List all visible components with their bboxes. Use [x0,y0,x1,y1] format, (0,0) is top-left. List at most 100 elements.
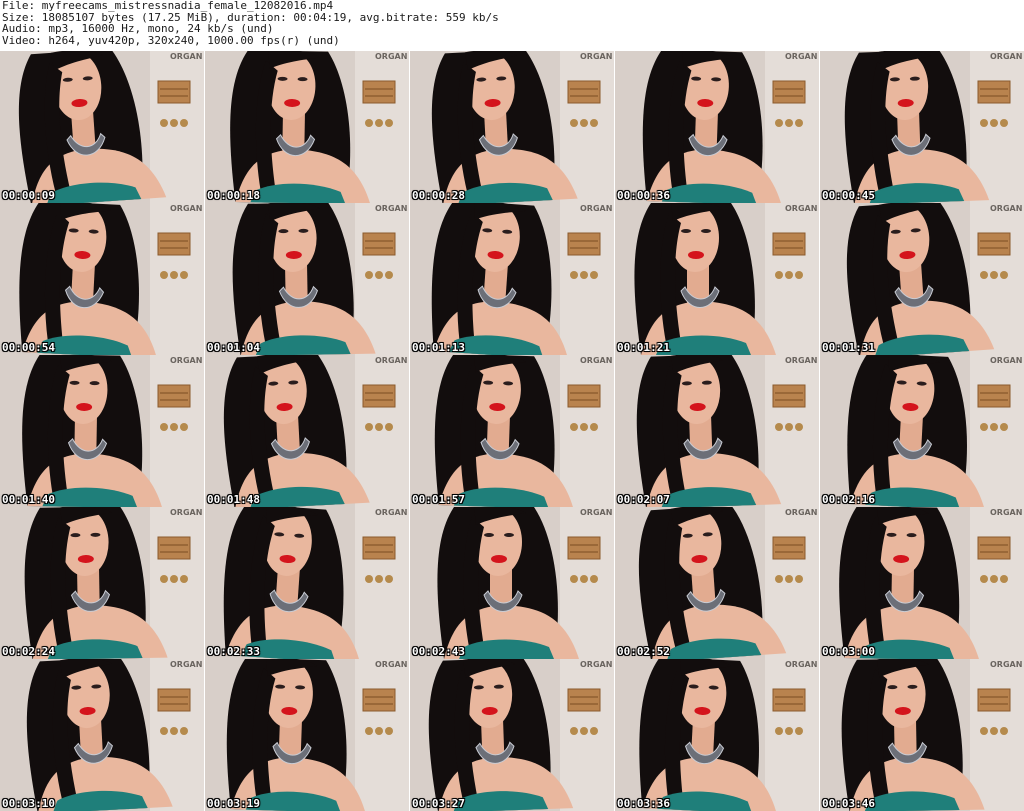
svg-text:ORGAN: ORGAN [375,204,407,213]
video-thumbnail: ORGAN 00:03:10 [0,659,204,811]
webcam-frame-image: ORGAN [205,659,409,811]
webcam-frame-image: ORGAN [820,507,1024,659]
webcam-frame-image: ORGAN [0,51,204,203]
webcam-frame-image: ORGAN [615,659,819,811]
frame-timestamp: 00:02:24 [2,645,55,658]
webcam-frame-image: ORGAN [0,659,204,811]
webcam-frame-image: ORGAN [615,507,819,659]
frame-timestamp: 00:03:00 [822,645,875,658]
svg-text:ORGAN: ORGAN [785,356,817,365]
svg-text:ORGAN: ORGAN [990,204,1022,213]
svg-text:ORGAN: ORGAN [990,508,1022,517]
webcam-frame-image: ORGAN [205,507,409,659]
file-size-line: Size: 18085107 bytes (17.25 MiB), durati… [2,11,499,23]
svg-text:ORGAN: ORGAN [170,204,202,213]
webcam-frame-image: ORGAN [615,51,819,203]
frame-timestamp: 00:01:31 [822,341,875,354]
frame-timestamp: 00:03:10 [2,797,55,810]
video-thumbnail: ORGAN 00:03:46 [820,659,1024,811]
svg-text:ORGAN: ORGAN [375,356,407,365]
webcam-frame-image: ORGAN [615,203,819,355]
video-thumbnail: ORGAN 00:03:36 [615,659,819,811]
webcam-frame-image: ORGAN [0,355,204,507]
svg-text:ORGAN: ORGAN [375,52,407,61]
frame-timestamp: 00:01:04 [207,341,260,354]
svg-text:ORGAN: ORGAN [990,356,1022,365]
frame-timestamp: 00:01:57 [412,493,465,506]
frame-timestamp: 00:00:36 [617,189,670,202]
video-thumbnail: ORGAN 00:00:28 [410,51,614,203]
webcam-frame-image: ORGAN [410,203,614,355]
frame-timestamp: 00:03:46 [822,797,875,810]
webcam-frame-image: ORGAN [0,507,204,659]
video-thumbnail: ORGAN 00:01:13 [410,203,614,355]
frame-timestamp: 00:02:07 [617,493,670,506]
svg-text:ORGAN: ORGAN [170,660,202,669]
webcam-frame-image: ORGAN [820,659,1024,811]
frame-timestamp: 00:03:36 [617,797,670,810]
thumbnail-grid: ORGAN 00:00:09 ORGAN 00:00:18 ORGAN 00:00:28 O… [0,51,1024,811]
video-thumbnail: ORGAN 00:01:21 [615,203,819,355]
svg-text:ORGAN: ORGAN [785,52,817,61]
svg-text:ORGAN: ORGAN [580,204,612,213]
frame-timestamp: 00:03:27 [412,797,465,810]
video-thumbnail: ORGAN 00:00:45 [820,51,1024,203]
svg-text:ORGAN: ORGAN [580,660,612,669]
webcam-frame-image: ORGAN [820,51,1024,203]
webcam-frame-image: ORGAN [205,203,409,355]
frame-timestamp: 00:01:48 [207,493,260,506]
webcam-frame-image: ORGAN [820,355,1024,507]
file-name-line: File: myfreecams_mistressnadia_female_12… [2,0,334,12]
video-thumbnail: ORGAN 00:01:31 [820,203,1024,355]
webcam-frame-image: ORGAN [410,507,614,659]
svg-text:ORGAN: ORGAN [170,52,202,61]
video-thumbnail: ORGAN 00:02:43 [410,507,614,659]
video-thumbnail: ORGAN 00:02:07 [615,355,819,507]
video-thumbnail: ORGAN 00:02:16 [820,355,1024,507]
audio-info-line: Audio: mp3, 16000 Hz, mono, 24 kb/s (und… [2,23,274,35]
svg-text:ORGAN: ORGAN [580,508,612,517]
video-info-header: File: myfreecams_mistressnadia_female_12… [0,0,1024,48]
webcam-frame-image: ORGAN [820,203,1024,355]
video-thumbnail: ORGAN 00:01:48 [205,355,409,507]
video-thumbnail: ORGAN 00:00:09 [0,51,204,203]
video-thumbnail: ORGAN 00:00:36 [615,51,819,203]
frame-timestamp: 00:00:09 [2,189,55,202]
webcam-frame-image: ORGAN [205,51,409,203]
video-thumbnail: ORGAN 00:01:04 [205,203,409,355]
frame-timestamp: 00:01:13 [412,341,465,354]
video-thumbnail: ORGAN 00:02:24 [0,507,204,659]
svg-text:ORGAN: ORGAN [170,356,202,365]
frame-timestamp: 00:00:28 [412,189,465,202]
svg-text:ORGAN: ORGAN [785,508,817,517]
svg-text:ORGAN: ORGAN [375,660,407,669]
frame-timestamp: 00:03:19 [207,797,260,810]
frame-timestamp: 00:02:33 [207,645,260,658]
webcam-frame-image: ORGAN [0,203,204,355]
video-thumbnail: ORGAN 00:01:57 [410,355,614,507]
video-info-line: Video: h264, yuv420p, 320x240, 1000.00 f… [2,34,340,46]
svg-text:ORGAN: ORGAN [375,508,407,517]
frame-timestamp: 00:00:54 [2,341,55,354]
video-thumbnail: ORGAN 00:00:54 [0,203,204,355]
video-thumbnail: ORGAN 00:02:33 [205,507,409,659]
video-thumbnail: ORGAN 00:03:19 [205,659,409,811]
svg-text:ORGAN: ORGAN [990,660,1022,669]
frame-timestamp: 00:02:43 [412,645,465,658]
webcam-frame-image: ORGAN [615,355,819,507]
webcam-frame-image: ORGAN [410,355,614,507]
frame-timestamp: 00:02:52 [617,645,670,658]
frame-timestamp: 00:01:40 [2,493,55,506]
webcam-frame-image: ORGAN [205,355,409,507]
frame-timestamp: 00:00:45 [822,189,875,202]
video-thumbnail: ORGAN 00:00:18 [205,51,409,203]
svg-text:ORGAN: ORGAN [170,508,202,517]
svg-text:ORGAN: ORGAN [580,356,612,365]
frame-timestamp: 00:02:16 [822,493,875,506]
frame-timestamp: 00:00:18 [207,189,260,202]
svg-text:ORGAN: ORGAN [785,204,817,213]
webcam-frame-image: ORGAN [410,659,614,811]
webcam-frame-image: ORGAN [410,51,614,203]
video-thumbnail: ORGAN 00:03:27 [410,659,614,811]
svg-text:ORGAN: ORGAN [785,660,817,669]
